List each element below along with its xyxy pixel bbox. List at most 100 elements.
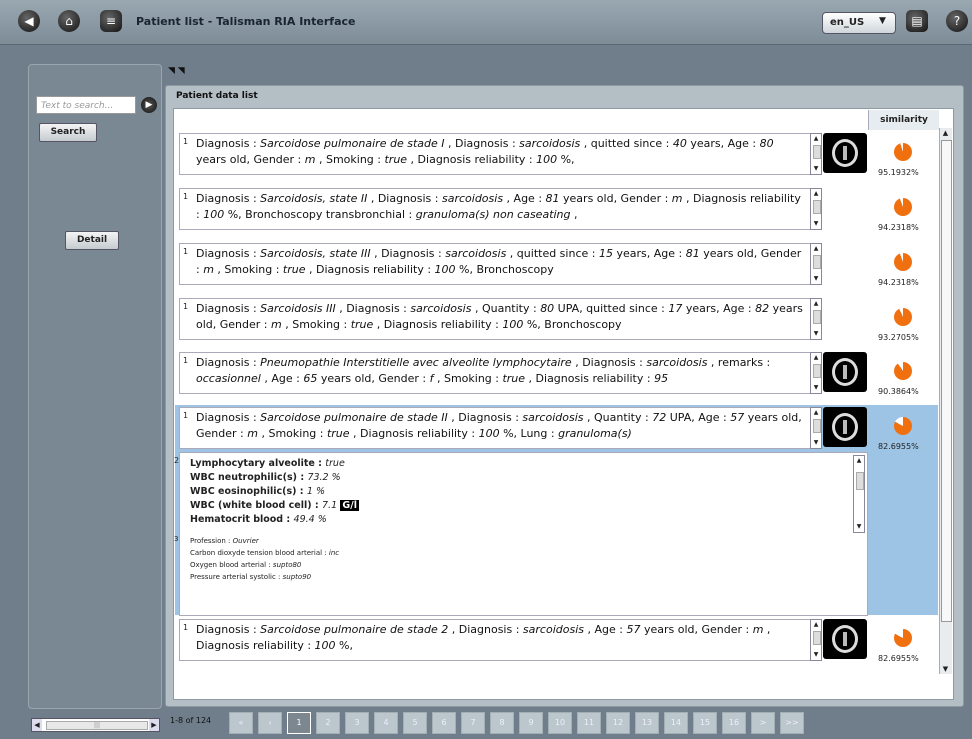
row-scrollbar[interactable]: ▲ ▼ [810,188,822,230]
ct-thumbnail[interactable] [823,407,867,447]
extra-value: inc [328,549,340,557]
scroll-up-icon[interactable]: ▲ [812,190,820,198]
row-summary[interactable]: 1 Diagnosis : Sarcoidosis, state III , Di… [179,243,811,285]
scroll-right-icon[interactable]: ▶ [149,719,159,731]
page-button[interactable]: ‹ [258,712,282,734]
ct-thumbnail[interactable] [823,619,867,659]
row-scrollbar[interactable]: ▲ ▼ [810,352,822,394]
row-summary[interactable]: 1 Diagnosis : Pneumopathie Interstitielle… [179,352,811,394]
scroll-thumb[interactable] [856,472,864,490]
extra-value: supto90 [282,573,312,581]
row-scrollbar[interactable]: ▲ ▼ [810,407,822,449]
printer-icon[interactable]: ▤ [906,10,928,32]
page-button[interactable]: 7 [461,712,485,734]
scroll-down-icon[interactable]: ▼ [812,384,820,392]
scroll-thumb[interactable] [813,200,821,214]
scroll-down-icon[interactable]: ▼ [812,330,820,338]
scroll-up-icon[interactable]: ▲ [812,135,820,143]
scroll-down-icon[interactable]: ▼ [812,439,820,447]
scroll-thumb[interactable] [813,310,821,324]
scroll-thumb[interactable] [813,419,821,433]
extra-attributes: Profession : Ouvrier Carbon dioxyde tensi… [190,535,339,583]
language-select[interactable]: en_US ▼ [822,12,896,34]
scroll-up-icon[interactable]: ▲ [940,128,951,138]
detail-scrollbar[interactable]: ▲ ▼ [853,455,865,533]
page-button[interactable]: 5 [403,712,427,734]
collapse-arrows-icon[interactable]: ◥ ◥ [168,66,185,76]
row-scrollbar[interactable]: ▲ ▼ [810,243,822,285]
row-text: Diagnosis : Sarcoidose pulmonaire de sta… [196,623,771,652]
page-button[interactable]: 16 [722,712,746,734]
scroll-thumb[interactable] [813,631,821,645]
page-button[interactable]: 11 [577,712,601,734]
page-button[interactable]: 15 [693,712,717,734]
scroll-thumb[interactable] [941,140,952,622]
scroll-down-icon[interactable]: ▼ [812,165,820,173]
home-icon[interactable]: ⌂ [58,10,80,32]
row-summary[interactable]: 1 Diagnosis : Sarcoidose pulmonaire de st… [179,133,811,175]
page-button[interactable]: « [229,712,253,734]
row-text: Diagnosis : Pneumopathie Interstitielle … [196,356,771,385]
pager-info: 1-8 of 124 [170,716,212,725]
scroll-down-icon[interactable]: ▼ [812,220,820,228]
page-button[interactable]: 14 [664,712,688,734]
page-button[interactable]: 9 [519,712,543,734]
row-summary[interactable]: 1 Diagnosis : Sarcoidosis, state II , Dia… [179,188,811,230]
page-button[interactable]: >> [780,712,804,734]
page-button[interactable]: 1 [287,712,311,734]
page-button[interactable]: 4 [374,712,398,734]
extra-label: Profession : [190,537,233,545]
database-icon[interactable]: ≡ [100,10,122,32]
scroll-thumb[interactable] [813,364,821,378]
row-summary[interactable]: 1 Diagnosis : Sarcoidosis III , Diagnosis… [179,298,811,340]
scroll-thumb[interactable] [813,255,821,269]
extra-label: Carbon dioxyde tension blood arterial : [190,549,329,557]
back-icon[interactable]: ◀ [18,10,40,32]
row-scrollbar[interactable]: ▲ ▼ [810,619,822,661]
scroll-up-icon[interactable]: ▲ [855,457,863,465]
scroll-thumb[interactable]: ||| [46,721,148,730]
lab-item: Hematocrit blood : 49.4 % [190,513,359,527]
page-button[interactable]: 12 [606,712,630,734]
scroll-down-icon[interactable]: ▼ [855,523,863,531]
scroll-up-icon[interactable]: ▲ [812,245,820,253]
page-button[interactable]: 3 [345,712,369,734]
app-title: Patient list - Talisman RIA Interface [136,15,356,28]
chevron-down-icon: ▼ [879,16,886,26]
similarity-column-header[interactable]: similarity [868,110,939,130]
left-horizontal-scrollbar[interactable]: ◀ ||| ▶ [31,718,160,732]
similarity-pie-icon [894,362,912,380]
page-button[interactable]: 13 [635,712,659,734]
extra-item: Profession : Ouvrier [190,535,339,547]
extra-label: Oxygen blood arterial : [190,561,273,569]
search-button[interactable]: Search [39,123,97,142]
scroll-down-icon[interactable]: ▼ [940,664,951,674]
page-button[interactable]: 2 [316,712,340,734]
ct-thumbnail[interactable] [823,352,867,392]
list-vertical-scrollbar[interactable]: ▲ ▼ [939,128,952,674]
scroll-up-icon[interactable]: ▲ [812,409,820,417]
page-button[interactable]: 8 [490,712,514,734]
row-summary[interactable]: 1 Diagnosis : Sarcoidose pulmonaire de st… [179,407,811,449]
search-input[interactable]: Text to search... [36,96,136,114]
scroll-left-icon[interactable]: ◀ [32,719,42,731]
scroll-down-icon[interactable]: ▼ [812,275,820,283]
page-button[interactable]: 6 [432,712,456,734]
scroll-down-icon[interactable]: ▼ [812,651,820,659]
row-scrollbar[interactable]: ▲ ▼ [810,298,822,340]
page-button[interactable]: > [751,712,775,734]
lab-item: WBC eosinophilic(s) : 1 % [190,485,359,499]
ct-thumbnail[interactable] [823,133,867,173]
scroll-up-icon[interactable]: ▲ [812,354,820,362]
scroll-up-icon[interactable]: ▲ [812,621,820,629]
extra-item: Oxygen blood arterial : supto80 [190,559,339,571]
scroll-up-icon[interactable]: ▲ [812,300,820,308]
page-button[interactable]: 10 [548,712,572,734]
row-scrollbar[interactable]: ▲ ▼ [810,133,822,175]
detail-button[interactable]: Detail [65,231,119,250]
search-go-icon[interactable]: ▶ [141,97,157,113]
scroll-thumb[interactable] [813,145,821,159]
row-summary[interactable]: 1 Diagnosis : Sarcoidose pulmonaire de st… [179,619,811,661]
row-text: Diagnosis : Sarcoidose pulmonaire de sta… [196,411,802,440]
help-icon[interactable]: ? [946,10,968,32]
